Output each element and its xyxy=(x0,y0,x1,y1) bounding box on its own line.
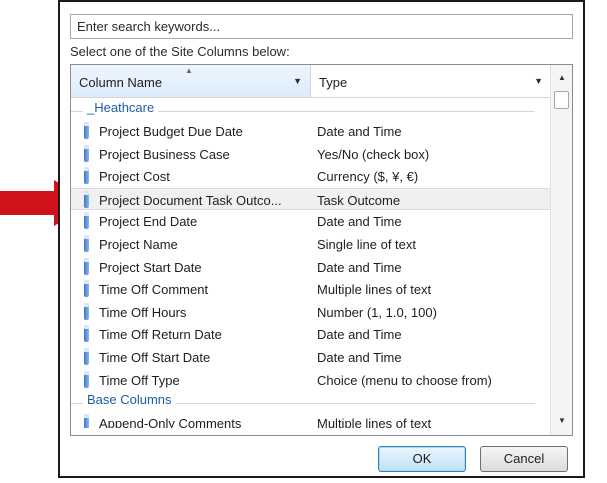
column-name: Time Off Start Date xyxy=(99,349,211,365)
list-item[interactable]: Time Off Hours Number (1, 1.0, 100) xyxy=(71,301,551,324)
group-label: _Heathcare xyxy=(87,100,155,115)
column-name: Time Off Return Date xyxy=(99,327,222,343)
column-type: Multiple lines of text xyxy=(317,416,432,429)
site-column-icon xyxy=(84,190,89,208)
sort-ascending-icon: ▲ xyxy=(185,66,193,75)
site-columns-dialog: Enter search keywords... Select one of t… xyxy=(58,0,585,478)
column-type: Multiple lines of text xyxy=(317,282,432,298)
site-column-icon xyxy=(84,122,89,139)
column-type: Number (1, 1.0, 100) xyxy=(317,304,437,320)
column-rows: _Heathcare Project Budget Due Date Date … xyxy=(71,99,551,429)
list-item[interactable]: Append-Only Comments Multiple lines of t… xyxy=(71,412,551,429)
column-name: Time Off Comment xyxy=(99,282,209,298)
list-item[interactable]: Time Off Start Date Date and Time xyxy=(71,346,551,369)
column-name: Project Name xyxy=(99,236,178,252)
list-item[interactable]: Project End Date Date and Time xyxy=(71,210,551,233)
column-type: Single line of text xyxy=(317,236,417,252)
site-column-icon xyxy=(84,167,89,185)
column-name-header-label: Column Name xyxy=(79,75,163,90)
type-dropdown-icon[interactable]: ▼ xyxy=(534,76,543,86)
site-column-icon xyxy=(84,370,89,388)
scroll-up-arrow-icon[interactable]: ▲ xyxy=(558,73,566,82)
site-columns-list[interactable]: ▲ Column Name ▼ Type ▼ _Heathcare Projec… xyxy=(70,64,573,436)
list-item[interactable]: Project Business Case Yes/No (check box) xyxy=(71,143,551,166)
list-item[interactable]: Project Budget Due Date Date and Time xyxy=(71,120,551,143)
instruction-text: Select one of the Site Columns below: xyxy=(70,44,290,59)
search-input[interactable]: Enter search keywords... xyxy=(70,14,573,39)
column-type: Date and Time xyxy=(317,259,402,275)
scrollbar-thumb[interactable] xyxy=(554,91,569,109)
column-name: Project Budget Due Date xyxy=(99,124,243,139)
column-name: Project Document Task Outco... xyxy=(99,192,282,208)
column-type: Currency ($, ¥, €) xyxy=(317,169,419,185)
site-column-icon xyxy=(84,347,89,365)
column-name: Project Start Date xyxy=(99,259,202,275)
column-name-dropdown-icon[interactable]: ▼ xyxy=(293,76,302,86)
cancel-button[interactable]: Cancel xyxy=(480,446,568,472)
column-name-header[interactable]: ▲ Column Name ▼ xyxy=(71,65,311,98)
column-name: Append-Only Comments xyxy=(99,416,242,429)
list-item[interactable]: Project Name Single line of text xyxy=(71,233,551,256)
list-item[interactable]: Time Off Type Choice (menu to choose fro… xyxy=(71,369,551,392)
list-item[interactable]: Project Cost Currency ($, ¥, €) xyxy=(71,165,551,188)
column-name: Time Off Type xyxy=(99,372,180,388)
vertical-scrollbar[interactable]: ▲ ▼ xyxy=(550,65,572,435)
site-column-icon xyxy=(84,257,89,275)
column-name: Project End Date xyxy=(99,214,198,230)
group-label: Base Columns xyxy=(87,392,172,408)
column-name: Time Off Hours xyxy=(99,304,187,320)
site-column-icon xyxy=(84,144,89,162)
group-header-base-columns[interactable]: Base Columns xyxy=(71,391,551,412)
site-column-icon xyxy=(84,325,89,343)
column-type: Date and Time xyxy=(317,214,402,230)
site-column-icon xyxy=(84,414,89,429)
type-header[interactable]: Type ▼ xyxy=(311,65,551,98)
list-item-selected[interactable]: Project Document Task Outco... Task Outc… xyxy=(71,187,551,211)
column-type: Task Outcome xyxy=(317,192,401,208)
column-type: Yes/No (check box) xyxy=(317,146,430,162)
site-column-icon xyxy=(84,212,89,230)
column-name: Project Cost xyxy=(99,169,170,185)
column-name: Project Business Case xyxy=(99,146,230,162)
list-item[interactable]: Project Start Date Date and Time xyxy=(71,256,551,279)
list-item[interactable]: Time Off Return Date Date and Time xyxy=(71,323,551,346)
column-type: Date and Time xyxy=(317,327,402,343)
site-column-icon xyxy=(84,234,89,252)
scroll-down-arrow-icon[interactable]: ▼ xyxy=(558,416,566,425)
site-column-icon xyxy=(84,280,89,298)
ok-button[interactable]: OK xyxy=(378,446,466,472)
type-header-label: Type xyxy=(319,75,348,90)
site-column-icon xyxy=(84,302,89,320)
column-type: Choice (menu to choose from) xyxy=(317,372,492,388)
group-header-heathcare[interactable]: _Heathcare xyxy=(71,99,551,120)
column-type: Date and Time xyxy=(317,349,402,365)
list-item[interactable]: Time Off Comment Multiple lines of text xyxy=(71,278,551,301)
column-type: Date and Time xyxy=(317,124,402,139)
